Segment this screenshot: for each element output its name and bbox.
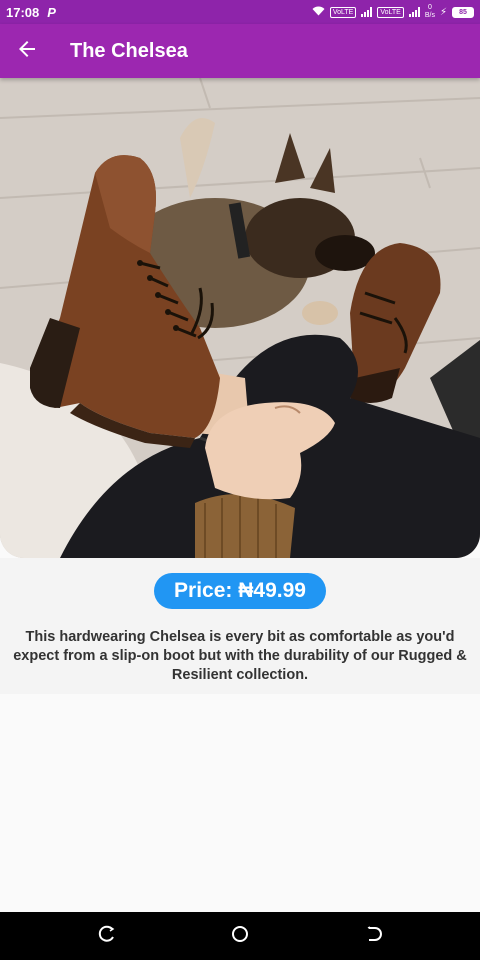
- network-speed: 0 B/s: [425, 4, 435, 20]
- home-button[interactable]: [220, 916, 260, 956]
- battery-level: 85: [459, 8, 467, 16]
- price-badge: Price: ₦49.99: [154, 573, 326, 609]
- nav-back-button[interactable]: [353, 916, 393, 956]
- status-bar: 17:08 P VoLTE VoLTE 0 B/s ⚡ 85: [0, 0, 480, 24]
- back-button[interactable]: [0, 24, 54, 78]
- product-description: This hardwearing Chelsea is every bit as…: [13, 629, 467, 683]
- recent-apps-icon: [98, 925, 116, 948]
- home-icon: [231, 925, 249, 948]
- battery-icon: 85: [452, 6, 474, 18]
- arrow-back-icon: [17, 39, 37, 64]
- network-speed-unit: B/s: [424, 12, 435, 19]
- back-icon: [364, 925, 383, 948]
- volte-chip-2: VoLTE: [377, 6, 404, 18]
- charging-icon: ⚡: [439, 6, 447, 18]
- notification-p-icon: P: [47, 4, 56, 20]
- signal-icon-1: [361, 7, 373, 17]
- network-speed-value: 0: [427, 4, 432, 11]
- wifi-icon: [312, 6, 325, 18]
- product-details: Price: ₦49.99 This hardwearing Chelsea i…: [0, 558, 480, 694]
- page-title: The Chelsea: [70, 39, 188, 62]
- app-bar: The Chelsea: [0, 24, 480, 78]
- volte-chip-1: VoLTE: [329, 6, 357, 18]
- recent-apps-button[interactable]: [87, 916, 127, 956]
- status-time: 17:08: [6, 4, 40, 20]
- system-nav-bar: [0, 912, 480, 960]
- product-image: [0, 78, 480, 558]
- signal-icon-2: [408, 7, 420, 17]
